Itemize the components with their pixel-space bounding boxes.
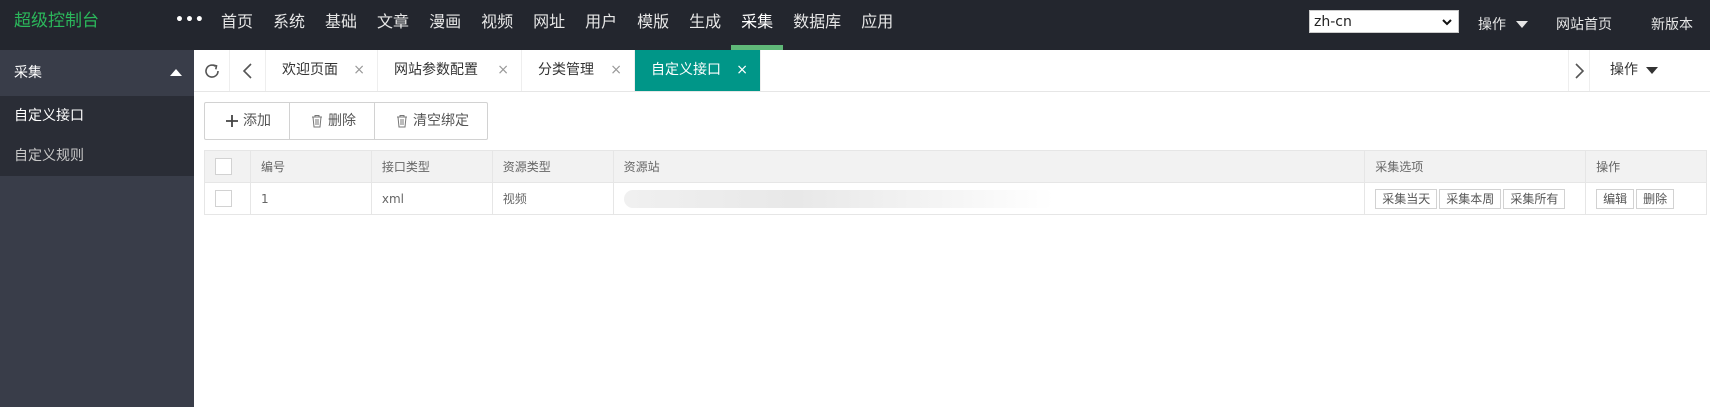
nav-item-template[interactable]: 模版 [627, 0, 679, 50]
sidebar-group-label: 采集 [14, 65, 42, 81]
chevron-down-icon [1442, 18, 1452, 25]
header-operations-label: 操作 [1478, 17, 1506, 33]
cell-id: 1 [249, 182, 372, 215]
clear-binding-button[interactable]: 清空绑定 [375, 103, 487, 139]
tab-operations-menu[interactable]: 操作 [1589, 50, 1710, 91]
row-select-cell [204, 182, 251, 215]
main-nav: 首页 系统 基础 文章 漫画 视频 网址 用户 模版 生成 采集 数据库 应用 [211, 0, 903, 50]
sidebar-item-custom-rules[interactable]: 自定义规则 [0, 136, 194, 176]
nav-item-home[interactable]: 首页 [211, 0, 263, 50]
nav-item-basic[interactable]: 基础 [315, 0, 367, 50]
cell-actions: 编辑 删除 [1585, 182, 1707, 215]
top-header: 超级控制台 ••• 首页 系统 基础 文章 漫画 视频 网址 用户 模版 生成 … [0, 0, 1710, 50]
refresh-icon [204, 63, 219, 78]
sidebar: 采集 自定义接口 自定义规则 [0, 50, 194, 407]
close-icon[interactable]: × [353, 50, 365, 91]
edit-button[interactable]: 编辑 [1596, 188, 1635, 209]
site-home-link[interactable]: 网站首页 [1556, 0, 1612, 50]
trash-icon [397, 115, 407, 128]
tab-label: 分类管理 [538, 62, 594, 78]
column-header-actions[interactable]: 操作 [1585, 150, 1707, 183]
collect-all-button[interactable]: 采集所有 [1503, 188, 1566, 209]
caret-down-icon [1516, 20, 1528, 28]
tabs-scroll-right-button[interactable] [1568, 50, 1589, 91]
close-icon[interactable]: × [497, 50, 509, 91]
caret-down-icon [1646, 67, 1659, 74]
tabs-scroll-left-button[interactable] [230, 50, 266, 91]
tab-category-management[interactable]: 分类管理 × [522, 50, 635, 91]
nav-item-comic[interactable]: 漫画 [419, 0, 471, 50]
nav-item-video[interactable]: 视频 [471, 0, 523, 50]
column-header-interface-type[interactable]: 接口类型 [370, 150, 493, 183]
nav-item-system[interactable]: 系统 [263, 0, 315, 50]
column-header-resource-type[interactable]: 资源类型 [491, 150, 614, 183]
trash-icon [312, 115, 322, 128]
row-checkbox[interactable] [215, 190, 232, 207]
nav-item-article[interactable]: 文章 [367, 0, 419, 50]
nav-item-url[interactable]: 网址 [523, 0, 575, 50]
collect-week-button[interactable]: 采集本周 [1439, 188, 1502, 209]
table-row: 1 xml 视频 采集当天 采集本周 采集所有 编辑 删除 [204, 182, 1707, 215]
select-all-checkbox[interactable] [215, 158, 232, 175]
table-header-row: 编号 接口类型 资源类型 资源站 采集选项 操作 [204, 150, 1707, 183]
plus-icon [226, 115, 238, 127]
chevron-left-icon [242, 62, 252, 79]
nav-item-user[interactable]: 用户 [575, 0, 627, 50]
nav-item-collect[interactable]: 采集 [731, 0, 784, 50]
row-delete-button[interactable]: 删除 [1636, 188, 1675, 209]
collect-today-button[interactable]: 采集当天 [1375, 188, 1438, 209]
sidebar-group-collect[interactable]: 采集 [0, 50, 194, 96]
select-all-cell [204, 150, 251, 183]
cell-collect-options: 采集当天 采集本周 采集所有 [1364, 182, 1587, 215]
tab-operations-label: 操作 [1610, 62, 1638, 78]
new-version-link[interactable]: 新版本 [1651, 0, 1693, 50]
add-button-label: 添加 [243, 113, 271, 129]
cell-interface-type: xml [370, 182, 493, 215]
interface-table: 编号 接口类型 资源类型 资源站 采集选项 操作 1 xml 视频 采集当天 采集… [204, 150, 1707, 215]
nav-item-database[interactable]: 数据库 [783, 0, 851, 50]
tab-label: 网站参数配置 [394, 62, 478, 78]
tab-custom-interface[interactable]: 自定义接口 × [635, 50, 761, 91]
close-icon[interactable]: × [610, 50, 622, 91]
tab-bar: 欢迎页面 × 网站参数配置 × 分类管理 × 自定义接口 × 操作 [194, 50, 1710, 92]
action-toolbar: 添加 删除 清空绑定 [204, 102, 488, 140]
delete-button-label: 删除 [328, 113, 356, 129]
column-header-collect-options[interactable]: 采集选项 [1364, 150, 1587, 183]
redacted-resource-site [623, 189, 1054, 208]
caret-up-icon [170, 69, 182, 76]
tab-label: 欢迎页面 [282, 62, 338, 78]
sidebar-submenu: 自定义接口 自定义规则 [0, 96, 194, 176]
delete-button[interactable]: 删除 [290, 103, 375, 139]
language-select-value: zh-cn [1314, 13, 1352, 30]
nav-item-apps[interactable]: 应用 [851, 0, 903, 50]
clear-binding-button-label: 清空绑定 [413, 113, 469, 129]
column-header-resource-site[interactable]: 资源站 [612, 150, 1366, 183]
tab-label: 自定义接口 [651, 62, 721, 78]
sidebar-item-custom-interface[interactable]: 自定义接口 [0, 96, 194, 136]
more-menu-button[interactable]: ••• [175, 12, 205, 28]
add-button[interactable]: 添加 [205, 103, 290, 139]
column-header-id[interactable]: 编号 [249, 150, 372, 183]
tab-welcome[interactable]: 欢迎页面 × [266, 50, 378, 91]
tab-site-config[interactable]: 网站参数配置 × [378, 50, 522, 91]
cell-resource-site [612, 182, 1366, 215]
close-icon[interactable]: × [736, 50, 748, 91]
language-select[interactable]: zh-cn [1309, 10, 1459, 33]
nav-item-generate[interactable]: 生成 [679, 0, 731, 50]
chevron-right-icon [1575, 62, 1585, 79]
cell-resource-type: 视频 [491, 182, 614, 215]
app-logo[interactable]: 超级控制台 [14, 0, 99, 50]
header-operations-menu[interactable]: 操作 [1478, 0, 1528, 50]
refresh-button[interactable] [194, 50, 230, 91]
